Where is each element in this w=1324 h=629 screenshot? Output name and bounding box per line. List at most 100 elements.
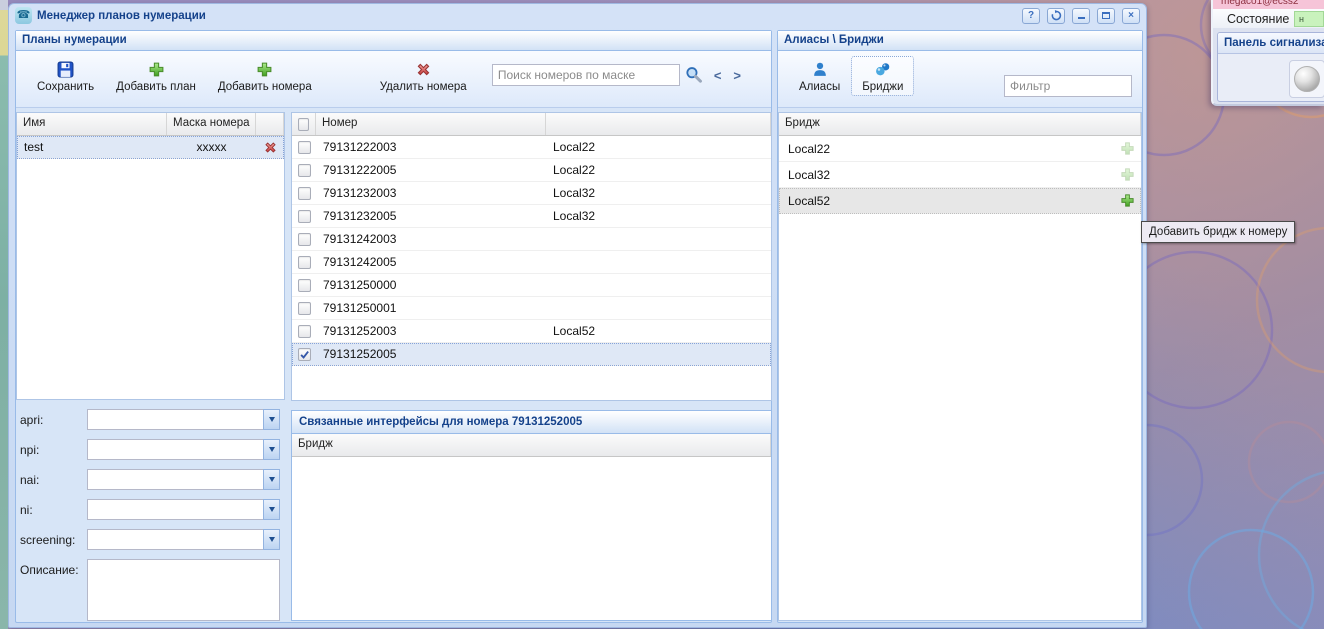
screening-dropdown-button[interactable] [263,529,280,550]
number-cell: 79131252005 [316,347,546,361]
add-bridge-button[interactable] [1120,193,1135,211]
plans-toolbar: Сохранить Добавить план Добавить номера … [16,51,771,108]
number-row[interactable]: 79131222005 Local22 [292,159,771,182]
number-row-selected[interactable]: 79131252005 [292,343,771,366]
aliases-panel-title: Алиасы \ Бриджи [778,31,1142,51]
npi-combo [87,439,280,460]
maximize-button[interactable] [1097,8,1115,24]
chevron-down-icon [269,507,275,512]
number-row[interactable]: 79131232003 Local32 [292,182,771,205]
number-cell: 79131250001 [316,301,546,315]
row-checkbox[interactable] [298,233,311,246]
bridge-row[interactable]: Local32 [779,162,1141,188]
save-button[interactable]: Сохранить [26,56,105,96]
aliases-toolbar: Алиасы Бриджи [778,51,1142,108]
minimize-button[interactable] [1072,8,1090,24]
led-indicator-box [1289,60,1324,98]
linked-interfaces-panel: Связанные интерфейсы для номера 79131252… [291,410,772,621]
row-checkbox[interactable] [298,302,311,315]
aliases-button[interactable]: Алиасы [788,56,851,96]
search-prev-button[interactable]: < [708,68,728,83]
npi-input[interactable] [87,439,263,460]
number-cell: 79131242003 [316,232,546,246]
column-header-number[interactable]: Номер [316,113,546,135]
ni-combo [87,499,280,520]
window-title: Менеджер планов нумерации [37,10,1015,22]
close-button[interactable]: × [1122,8,1140,24]
bridges-button-label: Бриджи [862,81,903,93]
search-input[interactable] [492,64,680,86]
nai-input[interactable] [87,469,263,490]
linked-table-header: Бридж [292,434,771,457]
linked-interfaces-title: Связанные интерфейсы для номера 79131252… [292,411,771,434]
search-next-button[interactable]: > [727,68,747,83]
number-row[interactable]: 79131242003 [292,228,771,251]
help-button[interactable]: ? [1022,8,1040,24]
maximize-icon [1102,12,1110,19]
row-checkbox[interactable] [298,141,311,154]
row-checkbox[interactable] [298,325,311,338]
bridge-row-hovered[interactable]: Local52 [779,188,1141,214]
npi-dropdown-button[interactable] [263,439,280,460]
number-row[interactable]: 79131250001 [292,297,771,320]
state-label: Состояние [1227,12,1289,26]
screening-label: screening: [20,533,75,547]
plan-row[interactable]: test xxxxx [17,136,284,159]
number-row[interactable]: 79131232005 Local32 [292,205,771,228]
bridges-button[interactable]: Бриджи [851,56,914,96]
bridge-row[interactable]: Local22 [779,136,1141,162]
delete-x-icon [415,61,432,78]
add-bridge-button[interactable] [1120,167,1135,185]
column-header-bridge[interactable]: Бридж [292,434,771,456]
plus-icon [1120,167,1135,182]
number-cell: 79131222003 [316,140,546,154]
row-checkbox[interactable] [298,187,311,200]
background-window-fragment: megaco1@ecss2 Состояние н Панель сигнали… [1211,0,1324,106]
screening-input[interactable] [87,529,263,550]
ni-input[interactable] [87,499,263,520]
delete-numbers-button[interactable]: Удалить номера [369,56,478,96]
minimize-icon [1078,17,1085,19]
signal-panel: Панель сигнализа [1217,32,1324,102]
filter-input[interactable] [1004,75,1132,97]
nai-label: nai: [20,473,39,487]
apri-input[interactable] [87,409,263,430]
row-checkbox[interactable] [298,164,311,177]
row-checkbox-checked[interactable] [298,348,311,361]
search-icon[interactable] [685,66,703,84]
interface-cell: Local32 [546,209,771,223]
number-cell: 79131242005 [316,255,546,269]
add-bridge-button[interactable] [1120,141,1135,159]
description-textarea[interactable] [87,559,280,621]
megaco-header: megaco1@ecss2 [1213,0,1324,9]
number-row[interactable]: 79131250000 [292,274,771,297]
column-header-bridge[interactable]: Бридж [779,113,1141,135]
row-checkbox[interactable] [298,210,311,223]
number-row[interactable]: 79131252003 Local52 [292,320,771,343]
ni-dropdown-button[interactable] [263,499,280,520]
refresh-button[interactable] [1047,8,1065,24]
column-header-name[interactable]: Имя [17,113,167,135]
signal-panel-title: Панель сигнализа [1218,33,1324,54]
select-all-checkbox[interactable] [298,118,309,131]
floppy-icon [57,61,74,78]
row-checkbox[interactable] [298,279,311,292]
number-cell: 79131232003 [316,186,546,200]
megaco-header-label: megaco1@ecss2 [1213,0,1324,7]
row-checkbox[interactable] [298,256,311,269]
plus-icon [148,61,165,78]
plus-icon [1120,141,1135,156]
number-row[interactable]: 79131242005 [292,251,771,274]
column-header-mask[interactable]: Маска номера [167,113,256,135]
nai-dropdown-button[interactable] [263,469,280,490]
number-cell: 79131232005 [316,209,546,223]
phone-icon: ☎ [15,7,32,24]
add-numbers-button-label: Добавить номера [218,81,312,93]
delete-plan-button[interactable] [256,140,284,155]
interface-cell: Local52 [546,324,771,338]
number-row[interactable]: 79131222003 Local22 [292,136,771,159]
apri-dropdown-button[interactable] [263,409,280,430]
titlebar[interactable]: ☎ Менеджер планов нумерации ? × [9,4,1146,27]
add-numbers-button[interactable]: Добавить номера [207,56,323,96]
add-plan-button[interactable]: Добавить план [105,56,207,96]
